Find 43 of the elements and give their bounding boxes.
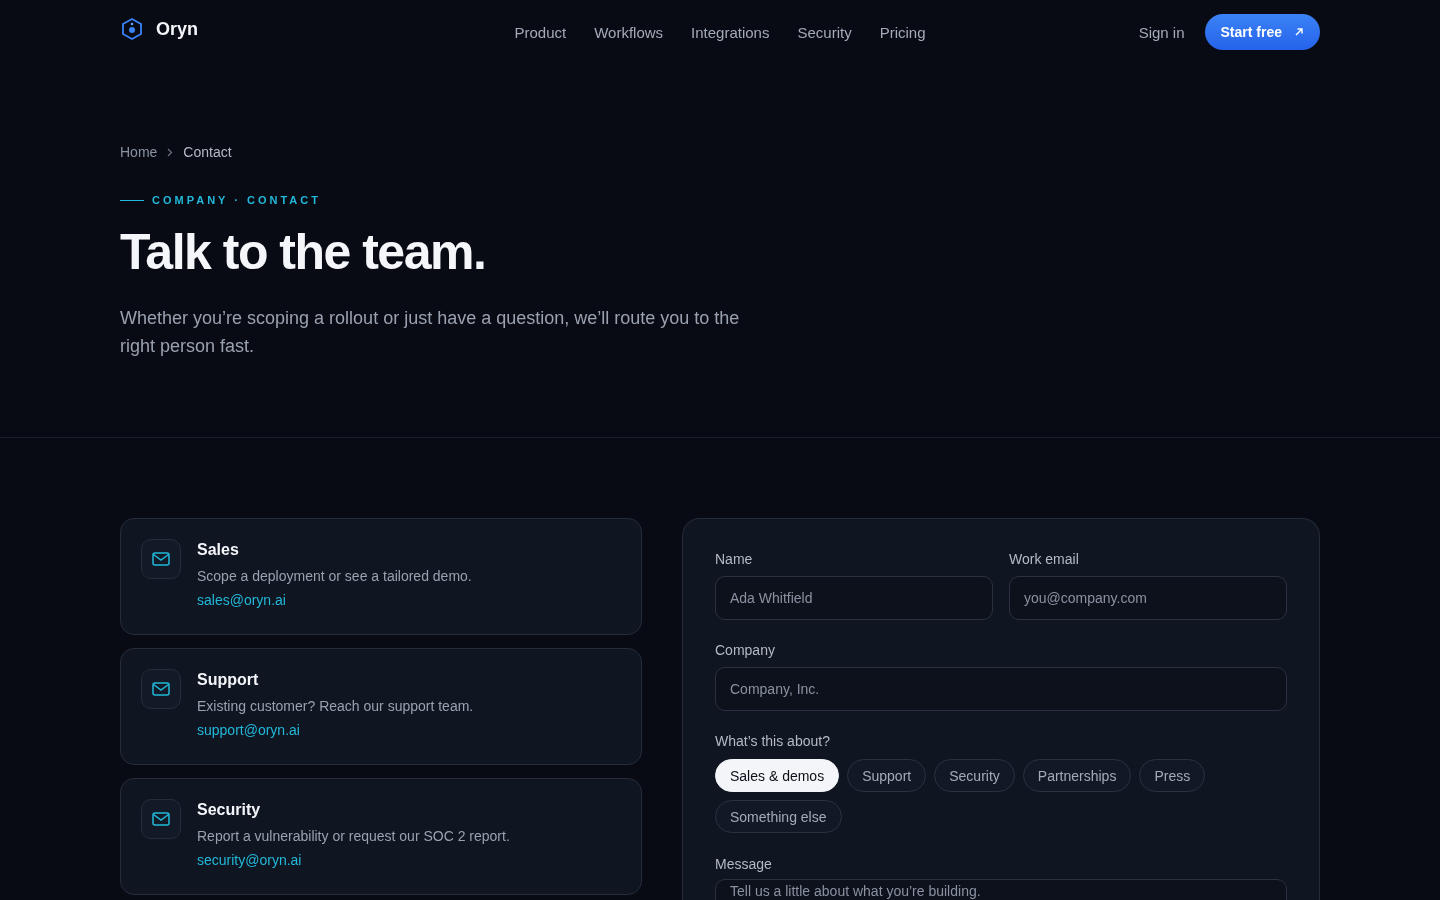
- nav-link[interactable]: Product: [514, 23, 567, 41]
- card-description: Report a vulnerability or request our SOC 2 report.: [197, 828, 510, 844]
- arrow-icon: [1294, 27, 1304, 37]
- intro-text: Whether you’re scoping a rollout or just have a question, we’ll route you to the right person fast.: [120, 307, 741, 358]
- card-title: Support: [197, 671, 260, 689]
- nav-link[interactable]: Integrations: [691, 23, 770, 41]
- topic-chip[interactable]: Something else: [715, 800, 842, 833]
- breadcrumb-item[interactable]: Home: [120, 144, 158, 160]
- field-label: Name: [715, 551, 754, 567]
- field-label: What’s this about?: [715, 733, 831, 749]
- topic-chip[interactable]: Press: [1139, 759, 1206, 792]
- topic-chip[interactable]: Security: [934, 759, 1015, 792]
- input-field[interactable]: you@company.com: [1009, 576, 1287, 620]
- brand-name[interactable]: Oryn: [156, 18, 198, 40]
- start-free-button[interactable]: Start free: [1204, 14, 1320, 50]
- input-field[interactable]: Company, Inc.: [715, 667, 1287, 711]
- field-label: Message: [715, 856, 773, 872]
- breadcrumb-item: Contact: [183, 144, 232, 160]
- nav-link[interactable]: Workflows: [594, 23, 664, 41]
- mail-icon: [152, 552, 170, 566]
- message-field[interactable]: Tell us a little about what you’re building.: [715, 879, 1287, 900]
- mail-icon: [152, 812, 170, 826]
- logo-icon: [120, 17, 144, 41]
- input-field[interactable]: Ada Whitfield: [715, 576, 993, 620]
- email-link[interactable]: support@oryn.ai: [197, 722, 300, 738]
- page-title: Talk to the team.: [120, 223, 487, 282]
- card-description: Existing customer? Reach our support team.: [197, 698, 474, 714]
- topic-chip[interactable]: Partnerships: [1022, 759, 1132, 792]
- email-link[interactable]: sales@oryn.ai: [197, 592, 286, 608]
- email-link[interactable]: security@oryn.ai: [197, 852, 302, 868]
- nav-link[interactable]: Pricing: [879, 23, 926, 41]
- topic-chip[interactable]: Sales & demos: [715, 759, 840, 792]
- field-label: Company: [715, 642, 776, 658]
- card-title: Security: [197, 801, 262, 819]
- nav-link[interactable]: Security: [797, 23, 852, 41]
- eyebrow-label: COMPANY · CONTACT: [152, 194, 321, 206]
- field-label: Work email: [1009, 551, 1080, 567]
- card-title: Sales: [197, 541, 240, 559]
- mail-icon: [152, 682, 170, 696]
- chevron-icon: [167, 147, 174, 157]
- card-description: Scope a deployment or see a tailored demo.: [197, 568, 472, 584]
- topic-chip[interactable]: Support: [847, 759, 927, 792]
- sign-in-link[interactable]: Sign in: [1138, 23, 1185, 41]
